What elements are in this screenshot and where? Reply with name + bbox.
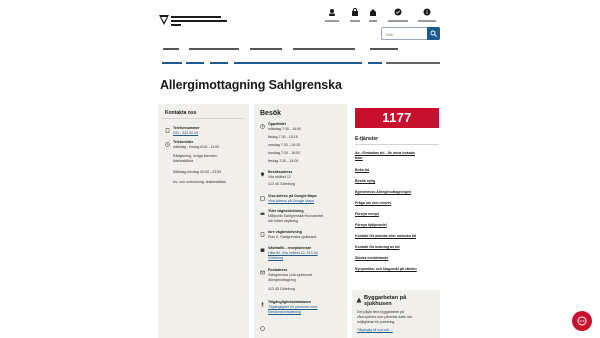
eservice-link-referral-question[interactable]: Fråga om min remiss bbox=[355, 201, 391, 205]
traffic-link-line-2[interactable]: Göteborg bbox=[268, 256, 283, 260]
post-address-line-2: Allergimottagning bbox=[268, 278, 296, 282]
visit-panel: Besök Öppettider måndag 7:30 - 16:00 tis… bbox=[254, 104, 347, 338]
inner-directions-line-1: Plan 0, Sahlgrenska sjukhuset bbox=[268, 235, 317, 239]
eservice-link-renew-prescription[interactable]: Förnya recept bbox=[355, 212, 379, 216]
location-icon bbox=[260, 172, 265, 177]
traffic-link-line-1[interactable]: Hitta till, Vita stråket 12, 413 46 bbox=[268, 251, 318, 255]
breadcrumb bbox=[162, 60, 442, 68]
settings-icon bbox=[394, 8, 402, 16]
construction-link[interactable]: Tillgänglig till nya och ... bbox=[357, 328, 393, 333]
breadcrumb-current bbox=[386, 62, 440, 64]
1177-banner[interactable]: 1177 bbox=[355, 108, 439, 128]
nav-item-1[interactable] bbox=[163, 46, 179, 52]
header-link-info[interactable] bbox=[407, 8, 447, 22]
search-icon bbox=[430, 30, 437, 37]
car-icon bbox=[260, 212, 265, 215]
page-title: Allergimottagning Sahlgrenska bbox=[160, 78, 342, 92]
eservice-link-visit[interactable]: Besök nylig bbox=[355, 179, 375, 183]
map-icon bbox=[260, 196, 265, 201]
clock-icon bbox=[165, 142, 170, 147]
chat-icon bbox=[577, 316, 587, 326]
chat-icon bbox=[260, 326, 265, 331]
construction-text-3: möjlighetan för parkering. bbox=[357, 320, 396, 324]
eservice-link-send-message[interactable]: Skicka meddelande bbox=[355, 256, 388, 260]
hours-friday: fredag 7:30 - 14:00 bbox=[268, 159, 299, 163]
eservice-link-rebook-cont[interactable]: tider bbox=[355, 156, 363, 160]
cancel-info: Av- och ombokning, tidsbeställda bbox=[173, 180, 226, 184]
search-button[interactable] bbox=[427, 27, 440, 40]
construction-text-2: våra sjukhus som påverkar trafik och bbox=[357, 315, 413, 319]
outer-directions-label: Yttre vägbeskrivning bbox=[268, 209, 304, 213]
search-input[interactable] bbox=[386, 30, 426, 38]
opening-hours-label: Öppettider bbox=[268, 122, 287, 126]
breadcrumb-item[interactable] bbox=[234, 62, 362, 64]
logo[interactable] bbox=[158, 14, 227, 30]
mail-icon bbox=[260, 270, 265, 275]
hours-monday: måndag 7:30 - 16:00 bbox=[268, 127, 302, 131]
site-header bbox=[0, 0, 600, 44]
phone-hours-label: Telefontider bbox=[173, 140, 194, 144]
bus-icon bbox=[260, 248, 265, 252]
eservice-link-renew-aids[interactable]: Förnya hjälpmedel bbox=[355, 223, 387, 227]
visit-address-line-1: Vita stråket 12 bbox=[268, 175, 291, 179]
accessibility-link-line-2[interactable]: funktionsnedsättning bbox=[268, 310, 301, 314]
1177-banner-label: 1177 bbox=[382, 110, 412, 125]
post-address-line-3: 413 45 Göteborg bbox=[268, 287, 295, 291]
hours-tuesday: tisdag 7:30 - 16:15 bbox=[268, 135, 298, 139]
eservice-link-booking-contact[interactable]: Kontakt för bokning av tid bbox=[355, 245, 400, 249]
home-icon bbox=[370, 9, 376, 16]
search-box bbox=[381, 27, 440, 40]
divider bbox=[355, 144, 439, 145]
map-label: Visa adress på Google Maps bbox=[268, 194, 317, 198]
weekend-hours: Måndag-söndag 00:00 - 23:59 bbox=[173, 170, 222, 174]
accessibility-link-line-1[interactable]: Tillgänglighet för personer med bbox=[268, 305, 317, 309]
traffic-label: Västtrafik - reseplanerare bbox=[268, 246, 312, 250]
visit-address-label: Besöksadress bbox=[268, 170, 293, 174]
visit-address-line-2: 413 46 Göteborg bbox=[268, 182, 295, 186]
breadcrumb-item[interactable] bbox=[186, 62, 204, 64]
breadcrumb-item[interactable] bbox=[368, 62, 382, 64]
eservice-link-self-referral[interactable]: Egenremiss Allergimottagningen bbox=[355, 190, 411, 194]
eservice-link-feedback[interactable]: Synpunkter och klagomål på vården bbox=[355, 267, 417, 271]
logo-icon bbox=[159, 15, 169, 25]
eservices-heading: E-tjänster bbox=[355, 136, 379, 142]
construction-title: Byggarbetan på sjukhusen bbox=[364, 295, 407, 307]
breadcrumb-item[interactable] bbox=[210, 62, 228, 64]
contact-panel: Kontakta oss Telefonnummer 031 - 342 00 … bbox=[158, 104, 249, 338]
construction-icon bbox=[356, 297, 362, 303]
nav-item-2[interactable] bbox=[189, 46, 239, 52]
nav-item-5[interactable] bbox=[370, 46, 398, 52]
accessibility-icon bbox=[261, 302, 264, 307]
advice-line-2: tidsbeställda bbox=[173, 159, 193, 163]
door-icon bbox=[260, 232, 265, 237]
hours-wednesday: onsdag 7:30 - 16:15 bbox=[268, 143, 300, 147]
post-address-label: Postadress bbox=[268, 268, 288, 272]
inner-directions-label: Inre vägbeskrivning bbox=[268, 230, 302, 234]
logo-wordmark bbox=[171, 16, 227, 28]
accessibility-label: Tillgänglighetsdatabasen bbox=[268, 300, 312, 304]
visit-heading: Besök bbox=[260, 110, 282, 117]
nav-item-3[interactable] bbox=[250, 46, 282, 52]
eservice-link-cancel-rebook[interactable]: Kontakt för avboka eller omboka tid bbox=[355, 234, 416, 238]
hours-thursday: torsdag 7:30 - 16:00 bbox=[268, 151, 301, 155]
clock-icon bbox=[260, 124, 265, 129]
construction-notice: Byggarbetan på sjukhusen Det pågår flera … bbox=[352, 290, 440, 338]
chat-button[interactable] bbox=[572, 311, 592, 331]
breadcrumb-item[interactable] bbox=[162, 62, 182, 64]
eservice-link-rebook[interactable]: Av- /Ombokas tid - Se mina bokade bbox=[355, 151, 415, 155]
info-icon bbox=[423, 8, 431, 16]
construction-text-1: Det pågår flera byggarbeten på bbox=[357, 310, 404, 314]
phone-hours: måndag - fredag 8:00 - 11:00 bbox=[173, 145, 220, 149]
outer-directions-line-2: där infarn skyltning bbox=[268, 219, 299, 223]
phone-label: Telefonnummer bbox=[173, 126, 200, 130]
divider bbox=[162, 118, 245, 119]
nav-item-4[interactable] bbox=[293, 46, 355, 52]
contact-heading: Kontakta oss bbox=[165, 110, 197, 116]
phone-icon bbox=[165, 128, 170, 133]
google-maps-link[interactable]: Visa adress på Google Maps bbox=[268, 199, 314, 203]
eservice-link-book[interactable]: Boka tid bbox=[355, 168, 369, 172]
phone-number-link[interactable]: 031 - 342 00 00 bbox=[173, 131, 198, 135]
